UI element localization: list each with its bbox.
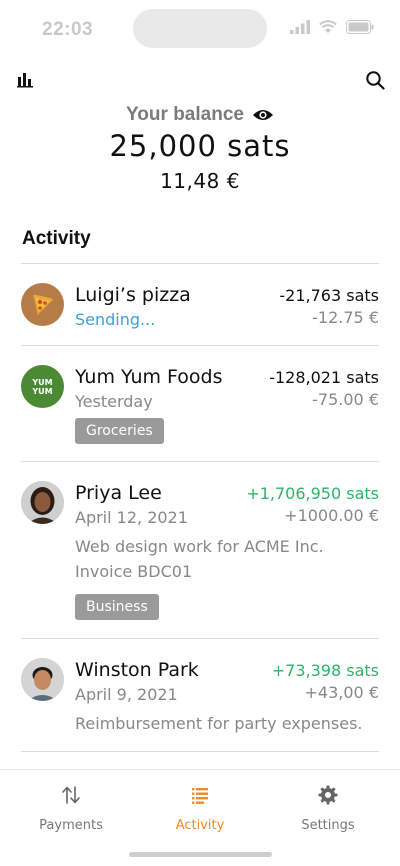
balance-fiat: 11,48 € bbox=[160, 169, 240, 193]
item-amount-fiat: +1000.00 € bbox=[284, 506, 379, 525]
wifi-icon bbox=[319, 20, 337, 33]
item-amount-fiat: +43,00 € bbox=[304, 683, 379, 702]
item-amount-fiat: -75.00 € bbox=[312, 390, 379, 409]
item-name: Winston Park bbox=[75, 659, 199, 681]
item-name: Priya Lee bbox=[75, 482, 162, 504]
person-avatar-icon bbox=[21, 481, 64, 524]
item-note: Reimbursement for party expenses. bbox=[75, 714, 363, 733]
tab-payments[interactable]: Payments bbox=[16, 784, 126, 833]
person-avatar-icon bbox=[21, 658, 64, 701]
item-note: Web design work for ACME Inc. bbox=[75, 537, 324, 556]
gear-icon bbox=[318, 785, 338, 805]
status-icons bbox=[290, 20, 374, 34]
svg-text:YUM: YUM bbox=[31, 378, 52, 387]
category-tag[interactable]: Business bbox=[75, 594, 159, 620]
list-item[interactable]: Winston Park April 9, 2021 +73,398 sats … bbox=[21, 639, 379, 751]
yum-yum-logo: YUM YUM bbox=[31, 378, 52, 396]
bar-chart-icon[interactable] bbox=[16, 71, 34, 89]
search-icon[interactable] bbox=[365, 70, 385, 90]
item-amount-sats: -128,021 sats bbox=[269, 368, 379, 387]
balance-label: Your balance bbox=[126, 104, 244, 125]
item-name: Luigi’s pizza bbox=[75, 284, 191, 306]
avatar bbox=[21, 481, 64, 524]
list-item[interactable]: YUM YUM Yum Yum Foods Yesterday -128,021… bbox=[21, 346, 379, 461]
item-status: Sending... bbox=[75, 310, 156, 329]
item-date: April 12, 2021 bbox=[75, 508, 188, 527]
tab-settings[interactable]: Settings bbox=[273, 784, 383, 833]
item-date: April 9, 2021 bbox=[75, 685, 178, 704]
list-item[interactable]: Luigi’s pizza Sending... -21,763 sats -1… bbox=[21, 264, 379, 345]
item-amount-sats: +1,706,950 sats bbox=[246, 484, 379, 503]
item-amount-fiat: -12.75 € bbox=[312, 308, 379, 327]
item-note-line-2: Invoice BDC01 bbox=[75, 562, 193, 581]
item-date: Yesterday bbox=[75, 392, 153, 411]
tab-label: Settings bbox=[301, 818, 355, 833]
notch bbox=[133, 9, 267, 48]
balance-section: Your balance 25,000 sats 11,48 € bbox=[0, 104, 400, 193]
svg-text:YUM: YUM bbox=[31, 387, 52, 396]
header bbox=[0, 64, 400, 100]
avatar bbox=[21, 658, 64, 701]
list-item[interactable]: Priya Lee April 12, 2021 +1,706,950 sats… bbox=[21, 462, 379, 638]
pizza-avatar bbox=[21, 283, 64, 326]
battery-icon bbox=[346, 20, 374, 34]
item-amount-sats: +73,398 sats bbox=[271, 661, 379, 680]
category-tag[interactable]: Groceries bbox=[75, 418, 164, 444]
list-icon bbox=[192, 788, 208, 804]
activity-title: Activity bbox=[22, 228, 91, 249]
yum-yum-avatar: YUM YUM bbox=[21, 365, 64, 408]
divider bbox=[21, 751, 379, 752]
home-indicator[interactable] bbox=[129, 852, 272, 857]
item-amount-sats: -21,763 sats bbox=[279, 286, 379, 305]
activity-list: Luigi’s pizza Sending... -21,763 sats -1… bbox=[21, 263, 379, 752]
transfer-arrows-icon bbox=[62, 786, 80, 804]
tab-label: Activity bbox=[175, 818, 225, 833]
item-name: Yum Yum Foods bbox=[75, 366, 223, 388]
status-time: 22:03 bbox=[42, 19, 94, 40]
signal-icon bbox=[290, 20, 310, 34]
eye-icon[interactable] bbox=[252, 108, 274, 122]
tab-activity[interactable]: Activity bbox=[145, 784, 255, 833]
status-bar: 22:03 bbox=[0, 0, 400, 58]
tab-label: Payments bbox=[39, 818, 103, 833]
balance-sats: 25,000 sats bbox=[109, 129, 291, 163]
pizza-icon bbox=[33, 294, 54, 316]
